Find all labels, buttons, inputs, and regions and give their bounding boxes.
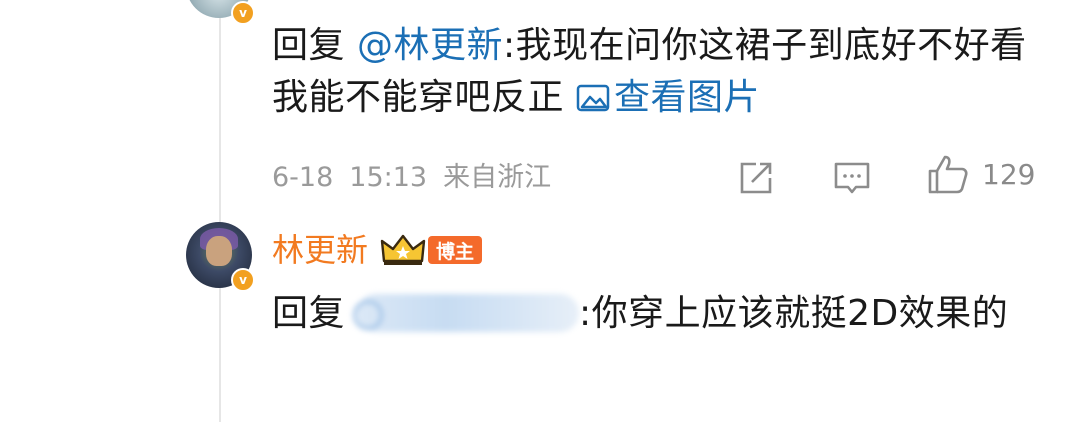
reply-prefix: 回复 bbox=[272, 293, 346, 334]
mention-link[interactable]: @林更新 bbox=[357, 25, 503, 66]
verified-v-icon: v bbox=[231, 1, 255, 25]
comment-button[interactable] bbox=[832, 158, 872, 198]
comment-icon bbox=[834, 162, 870, 194]
comment-body: :你穿上应该就挺2D效果的 bbox=[578, 293, 1009, 334]
comment-header: 林更新 博主 bbox=[272, 228, 483, 272]
comment-text: 回复 @林更新:我现在问你这裙子到底好不好看 我能不能穿吧反正 查看图片 bbox=[272, 20, 1052, 124]
comment-text: 回复 :你穿上应该就挺2D效果的 bbox=[272, 288, 1052, 340]
like-count: 129 bbox=[982, 157, 1036, 191]
avatar-face bbox=[206, 236, 232, 266]
share-button[interactable] bbox=[736, 158, 776, 198]
comment-thread: v 回复 @林更新:我现在问你这裙子到底好不好看 我能不能穿吧反正 查看图片 6… bbox=[0, 0, 1080, 422]
reply-prefix: 回复 bbox=[272, 25, 346, 66]
thumbs-up-icon bbox=[928, 155, 968, 194]
username[interactable]: 林更新 bbox=[272, 228, 368, 272]
crown-icon bbox=[380, 234, 426, 265]
blurred-mention bbox=[352, 294, 579, 332]
comment-meta: 6-18 15:13 来自浙江 bbox=[272, 158, 567, 198]
image-icon bbox=[576, 84, 610, 112]
verified-v-icon: v bbox=[231, 268, 255, 292]
comment-date: 6-18 bbox=[272, 162, 334, 193]
view-image-label: 查看图片 bbox=[613, 77, 760, 118]
comment-location: 来自浙江 bbox=[443, 162, 552, 193]
comment-time: 15:13 bbox=[349, 162, 428, 193]
thread-line bbox=[219, 0, 221, 422]
view-image-link[interactable]: 查看图片 bbox=[576, 77, 760, 118]
blogger-badge: 博主 bbox=[428, 236, 483, 264]
like-button[interactable]: 129 bbox=[926, 152, 1035, 196]
share-icon bbox=[740, 162, 772, 194]
